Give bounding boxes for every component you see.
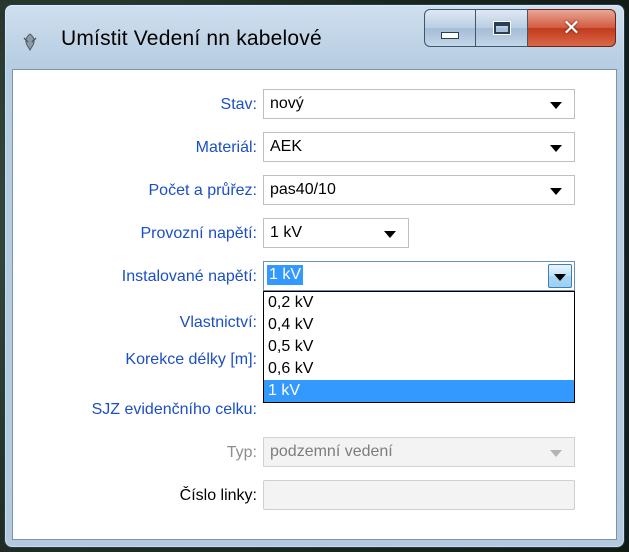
- typ-value: podzemní vedení: [270, 443, 393, 460]
- typ-label: Typ:: [226, 444, 257, 461]
- chevron-down-icon: [550, 188, 562, 195]
- stav-label: Stav:: [220, 96, 257, 113]
- chevron-down-icon: [554, 274, 566, 281]
- korekce-label: Korekce délky [m]:: [125, 351, 257, 368]
- chevron-down-icon: [550, 450, 562, 457]
- maximize-icon: [493, 22, 510, 34]
- provozni-combo[interactable]: 1 kV: [263, 218, 409, 248]
- form-area: Stav: nový Materiál: AEK Počet a průřez:…: [12, 69, 617, 540]
- app-icon: [23, 33, 37, 51]
- pocet-combo[interactable]: pas40/10: [263, 175, 575, 205]
- minimize-button[interactable]: [424, 9, 476, 47]
- sjz-label: SJZ evidenčního celku:: [91, 401, 257, 418]
- maximize-button[interactable]: [476, 9, 528, 47]
- material-value: AEK: [270, 138, 303, 155]
- dialog-window: Umístit Vedení nn kabelové ✕ Stav: nový …: [4, 4, 625, 548]
- pocet-value: pas40/10: [270, 181, 336, 198]
- stav-value: nový: [270, 95, 304, 112]
- typ-combo: podzemní vedení: [263, 437, 575, 467]
- vlastnictvi-label: Vlastnictví:: [179, 314, 257, 331]
- stav-combo[interactable]: nový: [263, 89, 575, 119]
- material-combo[interactable]: AEK: [263, 132, 575, 162]
- title-bar[interactable]: Umístit Vedení nn kabelové ✕: [5, 5, 624, 69]
- material-label: Materiál:: [195, 139, 257, 156]
- dropdown-option[interactable]: 0,5 kV: [264, 336, 574, 358]
- chevron-down-icon: [550, 102, 562, 109]
- instalovane-dropdown-button[interactable]: [548, 264, 572, 288]
- instalovane-label: Instalované napětí:: [121, 268, 257, 285]
- provozni-value: 1 kV: [270, 224, 303, 241]
- chevron-down-icon: [550, 145, 562, 152]
- cislo-linky-field: [263, 480, 575, 510]
- dropdown-option[interactable]: 0,4 kV: [264, 314, 574, 336]
- window-title: Umístit Vedení nn kabelové: [61, 27, 322, 50]
- instalovane-value: 1 kV: [267, 265, 304, 285]
- close-icon: ✕: [562, 15, 581, 41]
- dropdown-option[interactable]: 0,2 kV: [264, 292, 574, 314]
- instalovane-dropdown-list[interactable]: 0,2 kV 0,4 kV 0,5 kV 0,6 kV 1 kV: [263, 291, 575, 403]
- window-controls: ✕: [424, 9, 616, 47]
- close-button[interactable]: ✕: [528, 9, 616, 47]
- chevron-down-icon: [384, 231, 396, 238]
- provozni-label: Provozní napětí:: [140, 225, 257, 242]
- instalovane-combo[interactable]: 1 kV: [263, 261, 575, 291]
- dropdown-option[interactable]: 0,6 kV: [264, 358, 574, 380]
- minimize-icon: [441, 31, 459, 39]
- pocet-label: Počet a průřez:: [148, 182, 258, 199]
- cislo-label: Číslo linky:: [179, 487, 257, 504]
- dropdown-option[interactable]: 1 kV: [264, 380, 574, 402]
